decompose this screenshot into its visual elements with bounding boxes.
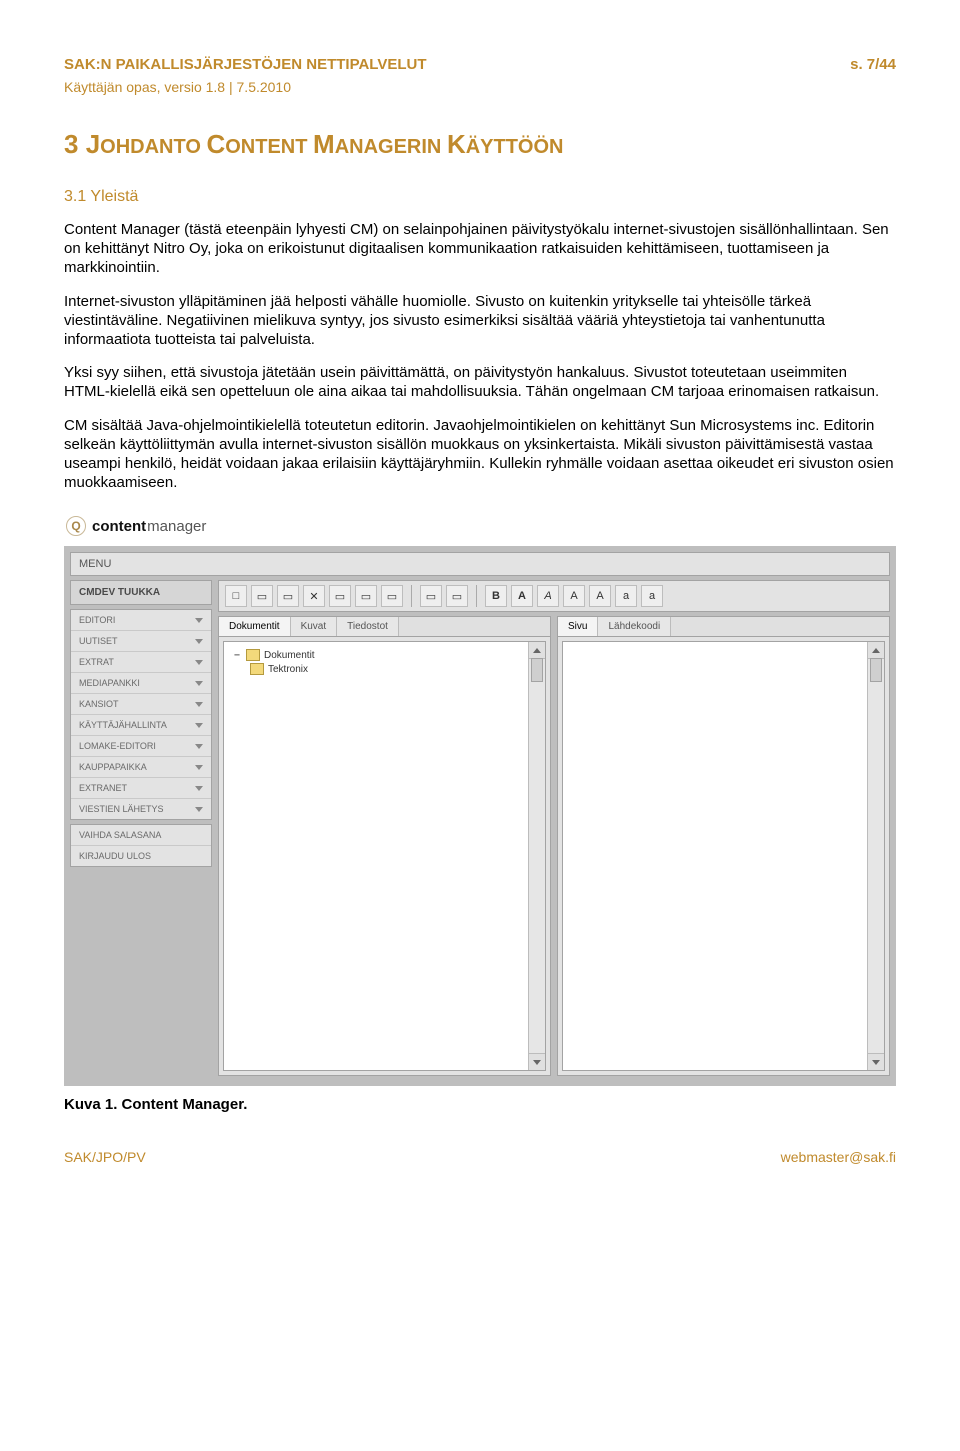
sidebar-item-lomake-editori[interactable]: LOMAKE-EDITORI: [71, 736, 211, 757]
chevron-down-icon: [195, 681, 203, 686]
tab-lahdekoodi[interactable]: Lähdekoodi: [598, 617, 671, 636]
chevron-down-icon: [195, 702, 203, 707]
folder-icon: [246, 649, 260, 661]
tool-delete-icon[interactable]: ✕: [303, 585, 325, 607]
sidebar-item-kansiot[interactable]: KANSIOT: [71, 694, 211, 715]
app-window: MENU CMDEV TUUKKA EDITORI UUTISET EXTRAT…: [64, 546, 896, 1086]
logo-icon: Q: [66, 516, 86, 536]
chevron-down-icon: [195, 786, 203, 791]
tool-bold-icon[interactable]: B: [485, 585, 507, 607]
tool-redo-icon[interactable]: ▭: [446, 585, 468, 607]
tab-tiedostot[interactable]: Tiedostot: [337, 617, 399, 636]
menu-label: MENU: [79, 558, 111, 570]
sidebar-item-extrat[interactable]: EXTRAT: [71, 652, 211, 673]
tree-child[interactable]: Tektronix: [232, 662, 537, 676]
section-heading: 3.1 Yleistä: [64, 188, 896, 206]
sidebar-item-kayttajahallinta[interactable]: KÄYTTÄJÄHALLINTA: [71, 715, 211, 736]
sidebar-group-account: VAIHDA SALASANA KIRJAUDU ULOS: [70, 824, 212, 867]
scrollbar[interactable]: [528, 642, 545, 1070]
tab-dokumentit[interactable]: Dokumentit: [219, 617, 291, 636]
scroll-thumb[interactable]: [870, 658, 882, 682]
chevron-down-icon: [195, 744, 203, 749]
sidebar-item-uutiset[interactable]: UUTISET: [71, 631, 211, 652]
left-pane: Dokumentit Kuvat Tiedostot − Dokumentit: [218, 616, 551, 1076]
screenshot-figure: Q contentmanager MENU CMDEV TUUKKA EDITO…: [64, 514, 896, 1113]
scroll-up-icon[interactable]: [529, 642, 545, 659]
scroll-down-icon[interactable]: [529, 1053, 545, 1070]
tool-font-a4-icon[interactable]: A: [589, 585, 611, 607]
tool-paste-icon[interactable]: ▭: [355, 585, 377, 607]
right-tabs: Sivu Lähdekoodi: [558, 617, 889, 637]
tool-cut-icon[interactable]: ▭: [381, 585, 403, 607]
tree-panel[interactable]: − Dokumentit Tektronix: [223, 641, 546, 1071]
sidebar-item-kirjaudu-ulos[interactable]: KIRJAUDU ULOS: [71, 846, 211, 866]
right-pane: Sivu Lähdekoodi: [557, 616, 890, 1076]
header-right: s. 7/44: [850, 56, 896, 73]
tool-save-icon[interactable]: ▭: [277, 585, 299, 607]
sidebar-item-viestien-lahetys[interactable]: VIESTIEN LÄHETYS: [71, 799, 211, 819]
sidebar-title: CMDEV TUUKKA: [70, 580, 212, 605]
tool-open-icon[interactable]: ▭: [251, 585, 273, 607]
paragraph: Internet-sivuston ylläpitäminen jää help…: [64, 292, 896, 350]
scroll-down-icon[interactable]: [868, 1053, 884, 1070]
expander-icon[interactable]: −: [232, 650, 242, 661]
figure-caption: Kuva 1. Content Manager.: [64, 1096, 896, 1113]
header-left: SAK:N PAIKALLISJÄRJESTÖJEN NETTIPALVELUT: [64, 56, 427, 73]
toolbar-separator: [411, 585, 412, 607]
chevron-down-icon: [195, 807, 203, 812]
chevron-down-icon: [195, 723, 203, 728]
tool-font-a2-icon[interactable]: A: [537, 585, 559, 607]
tool-undo-icon[interactable]: ▭: [420, 585, 442, 607]
tab-sivu[interactable]: Sivu: [558, 617, 598, 636]
tool-copy-icon[interactable]: ▭: [329, 585, 351, 607]
page-header: SAK:N PAIKALLISJÄRJESTÖJEN NETTIPALVELUT…: [64, 56, 896, 73]
paragraph: CM sisältää Java-ohjelmointikielellä tot…: [64, 416, 896, 493]
app-sidebar: CMDEV TUUKKA EDITORI UUTISET EXTRAT MEDI…: [70, 580, 212, 1076]
tree-root[interactable]: − Dokumentit: [232, 648, 537, 662]
app-menubar[interactable]: MENU: [70, 552, 890, 576]
scroll-thumb[interactable]: [531, 658, 543, 682]
editor-toolbar: □ ▭ ▭ ✕ ▭ ▭ ▭ ▭ ▭ B A A A: [218, 580, 890, 612]
logo-text: contentmanager: [92, 518, 206, 535]
content-panel[interactable]: [562, 641, 885, 1071]
tool-new-icon[interactable]: □: [225, 585, 247, 607]
scrollbar[interactable]: [867, 642, 884, 1070]
sidebar-item-vaihda-salasana[interactable]: VAIHDA SALASANA: [71, 825, 211, 846]
left-tabs: Dokumentit Kuvat Tiedostot: [219, 617, 550, 637]
chevron-down-icon: [195, 660, 203, 665]
page-subheader: Käyttäjän opas, versio 1.8 | 7.5.2010: [64, 79, 896, 95]
tool-font-a6-icon[interactable]: a: [641, 585, 663, 607]
folder-icon: [250, 663, 264, 675]
sidebar-item-mediapankki[interactable]: MEDIAPANKKI: [71, 673, 211, 694]
chevron-down-icon: [195, 765, 203, 770]
sidebar-item-editori[interactable]: EDITORI: [71, 610, 211, 631]
footer-left: SAK/JPO/PV: [64, 1149, 146, 1165]
sidebar-item-extranet[interactable]: EXTRANET: [71, 778, 211, 799]
scroll-up-icon[interactable]: [868, 642, 884, 659]
chevron-down-icon: [195, 618, 203, 623]
chevron-down-icon: [195, 639, 203, 644]
toolbar-separator: [476, 585, 477, 607]
page-footer: SAK/JPO/PV webmaster@sak.fi: [64, 1149, 896, 1165]
tool-font-a3-icon[interactable]: A: [563, 585, 585, 607]
paragraph: Yksi syy siihen, että sivustoja jätetään…: [64, 363, 896, 401]
tool-font-a5-icon[interactable]: a: [615, 585, 637, 607]
footer-right: webmaster@sak.fi: [781, 1149, 896, 1165]
work-area: □ ▭ ▭ ✕ ▭ ▭ ▭ ▭ ▭ B A A A: [218, 580, 890, 1076]
chapter-heading: 3 JOHDANTO CONTENT MANAGERIN KÄYTTÖÖN: [64, 129, 896, 160]
tool-font-a1-icon[interactable]: A: [511, 585, 533, 607]
sidebar-group-main: EDITORI UUTISET EXTRAT MEDIAPANKKI KANSI…: [70, 609, 212, 820]
paragraph: Content Manager (tästä eteenpäin lyhyest…: [64, 220, 896, 278]
app-logo: Q contentmanager: [64, 514, 896, 546]
tab-kuvat[interactable]: Kuvat: [291, 617, 338, 636]
sidebar-item-kauppapaikka[interactable]: KAUPPAPAIKKA: [71, 757, 211, 778]
